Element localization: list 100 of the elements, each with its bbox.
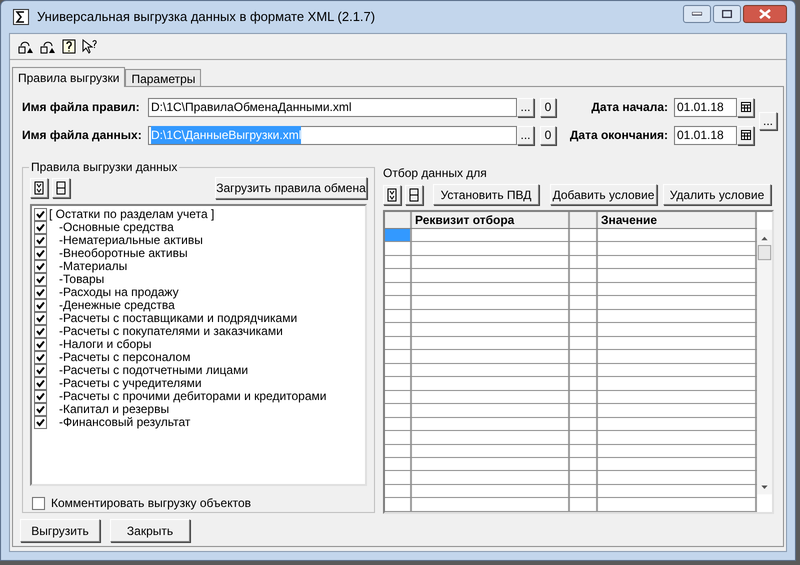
- tree-item[interactable]: -Товары: [59, 273, 104, 286]
- calendar-icon: [740, 102, 750, 112]
- table-row[interactable]: [385, 256, 757, 270]
- table-row[interactable]: [385, 269, 757, 283]
- table-row[interactable]: [385, 498, 757, 512]
- checkbox[interactable]: [34, 273, 47, 286]
- tab[interactable]: Правила выгрузки: [12, 67, 126, 87]
- uncheck-all-icon[interactable]: [52, 178, 70, 198]
- maximize-button[interactable]: [713, 5, 741, 23]
- tree-item[interactable]: -Финансовый результат: [59, 416, 190, 429]
- clear-button[interactable]: 0: [540, 126, 556, 144]
- date-label: Дата начала:: [590, 99, 669, 116]
- calendar-button[interactable]: [737, 126, 754, 144]
- period-button[interactable]: ...: [759, 112, 777, 130]
- calendar-icon: [740, 130, 750, 140]
- tree-item[interactable]: [ Остатки по разделам учета ]: [49, 208, 214, 221]
- close-icon: [759, 9, 771, 19]
- table-row[interactable]: [385, 310, 757, 324]
- table-row[interactable]: [385, 404, 757, 418]
- table-row[interactable]: [385, 336, 757, 350]
- clear-button[interactable]: 0: [540, 98, 556, 116]
- tree-item[interactable]: -Расчеты с поставщиками и подрядчиками: [59, 312, 298, 325]
- browse-button[interactable]: ...: [517, 126, 534, 144]
- close-form-button[interactable]: Закрыть: [110, 519, 190, 542]
- toolbar-button[interactable]: Удалить условие: [663, 184, 771, 205]
- tree-item[interactable]: -Нематериальные активы: [59, 234, 203, 247]
- table-row[interactable]: [385, 458, 757, 472]
- filter-title: Отбор данных для: [383, 166, 488, 180]
- field-label: Имя файла правил:: [22, 99, 141, 116]
- table-row[interactable]: [385, 323, 757, 337]
- tree-item[interactable]: -Денежные средства: [59, 299, 175, 312]
- maximize-icon: [722, 10, 732, 18]
- tree-item[interactable]: -Расчеты с учредителями: [59, 377, 202, 390]
- calendar-button[interactable]: [737, 98, 754, 116]
- tab[interactable]: Параметры: [125, 69, 202, 86]
- checkbox[interactable]: [34, 234, 47, 247]
- checkbox[interactable]: [34, 403, 47, 416]
- checkbox[interactable]: [34, 208, 47, 221]
- help-icon[interactable]: [62, 39, 76, 54]
- checkbox[interactable]: [34, 338, 47, 351]
- load-rules-button[interactable]: Загрузить правила обмена: [215, 177, 367, 199]
- checkbox[interactable]: [34, 221, 47, 234]
- uncheck-all-icon[interactable]: [405, 184, 423, 204]
- table-row[interactable]: [385, 282, 757, 296]
- table-row[interactable]: [385, 471, 757, 485]
- tree-item[interactable]: -Налоги и сборы: [59, 338, 152, 351]
- file-input-field[interactable]: D:\1C\ПравилаОбменаДанными.xml: [148, 98, 517, 116]
- tree-item[interactable]: -Основные средства: [59, 221, 174, 234]
- checkbox[interactable]: [34, 312, 47, 325]
- group-title: Правила выгрузки данных: [29, 160, 180, 174]
- minimize-icon: [692, 12, 702, 16]
- file-path-text: D:\1C\ПравилаОбменаДанными.xml: [151, 99, 352, 116]
- column-header: Значение: [598, 212, 757, 228]
- date-input-field[interactable]: 01.01.18: [674, 126, 737, 144]
- checkbox[interactable]: [34, 286, 47, 299]
- tree-item[interactable]: -Расчеты с прочими дебиторами и кредиторами: [59, 390, 326, 403]
- date-input-field[interactable]: 01.01.18: [674, 98, 737, 116]
- tree-item[interactable]: -Расходы на продажу: [59, 286, 179, 299]
- tree-item[interactable]: -Материалы: [59, 260, 128, 273]
- checkbox[interactable]: [34, 260, 47, 273]
- checkbox[interactable]: [32, 496, 45, 510]
- tree-item[interactable]: -Расчеты с персоналом: [59, 351, 190, 364]
- table-row[interactable]: [385, 229, 757, 242]
- checkbox[interactable]: [34, 416, 47, 429]
- table-row[interactable]: [385, 418, 757, 432]
- table-row[interactable]: [385, 296, 757, 310]
- checkbox[interactable]: [34, 299, 47, 312]
- window-title: Универсальная выгрузка данных в формате XML (2.1.7): [37, 8, 376, 26]
- tree-item[interactable]: -Расчеты с подотчетными лицами: [59, 364, 248, 377]
- sigma-app-icon: [13, 9, 29, 25]
- field-label: Имя файла данных:: [22, 127, 143, 144]
- tree-item[interactable]: -Капитал и резервы: [59, 403, 170, 416]
- table-row[interactable]: [385, 444, 757, 458]
- export-button[interactable]: Выгрузить: [20, 519, 100, 542]
- pointer-help-icon[interactable]: [82, 38, 98, 54]
- minimize-button[interactable]: [683, 5, 711, 23]
- tree-item[interactable]: -Расчеты с покупателями и заказчиками: [59, 325, 283, 338]
- date-label: Дата окончания:: [568, 127, 669, 144]
- table-row[interactable]: [385, 390, 757, 404]
- checkbox[interactable]: [34, 390, 47, 403]
- check-all-icon[interactable]: [30, 178, 48, 198]
- table-row[interactable]: [385, 364, 757, 378]
- toolbar-button[interactable]: Добавить условие: [550, 184, 657, 205]
- tree-item[interactable]: -Внеоборотные активы: [59, 247, 188, 260]
- table-row[interactable]: [385, 377, 757, 391]
- checkbox[interactable]: [34, 325, 47, 338]
- column-header: Реквизит отбора: [412, 212, 570, 228]
- checkbox-label: Комментировать выгрузку объектов: [51, 495, 251, 512]
- browse-button[interactable]: ...: [517, 98, 534, 116]
- table-row[interactable]: [385, 350, 757, 364]
- checkbox[interactable]: [34, 247, 47, 260]
- checkbox[interactable]: [34, 364, 47, 377]
- table-row[interactable]: [385, 242, 757, 256]
- close-button[interactable]: [743, 5, 787, 23]
- checkbox[interactable]: [34, 377, 47, 390]
- toolbar-button[interactable]: Установить ПВД: [433, 184, 539, 205]
- table-row[interactable]: [385, 431, 757, 444]
- checkbox[interactable]: [34, 351, 47, 364]
- check-all-icon[interactable]: [383, 184, 401, 204]
- table-row[interactable]: [385, 484, 757, 498]
